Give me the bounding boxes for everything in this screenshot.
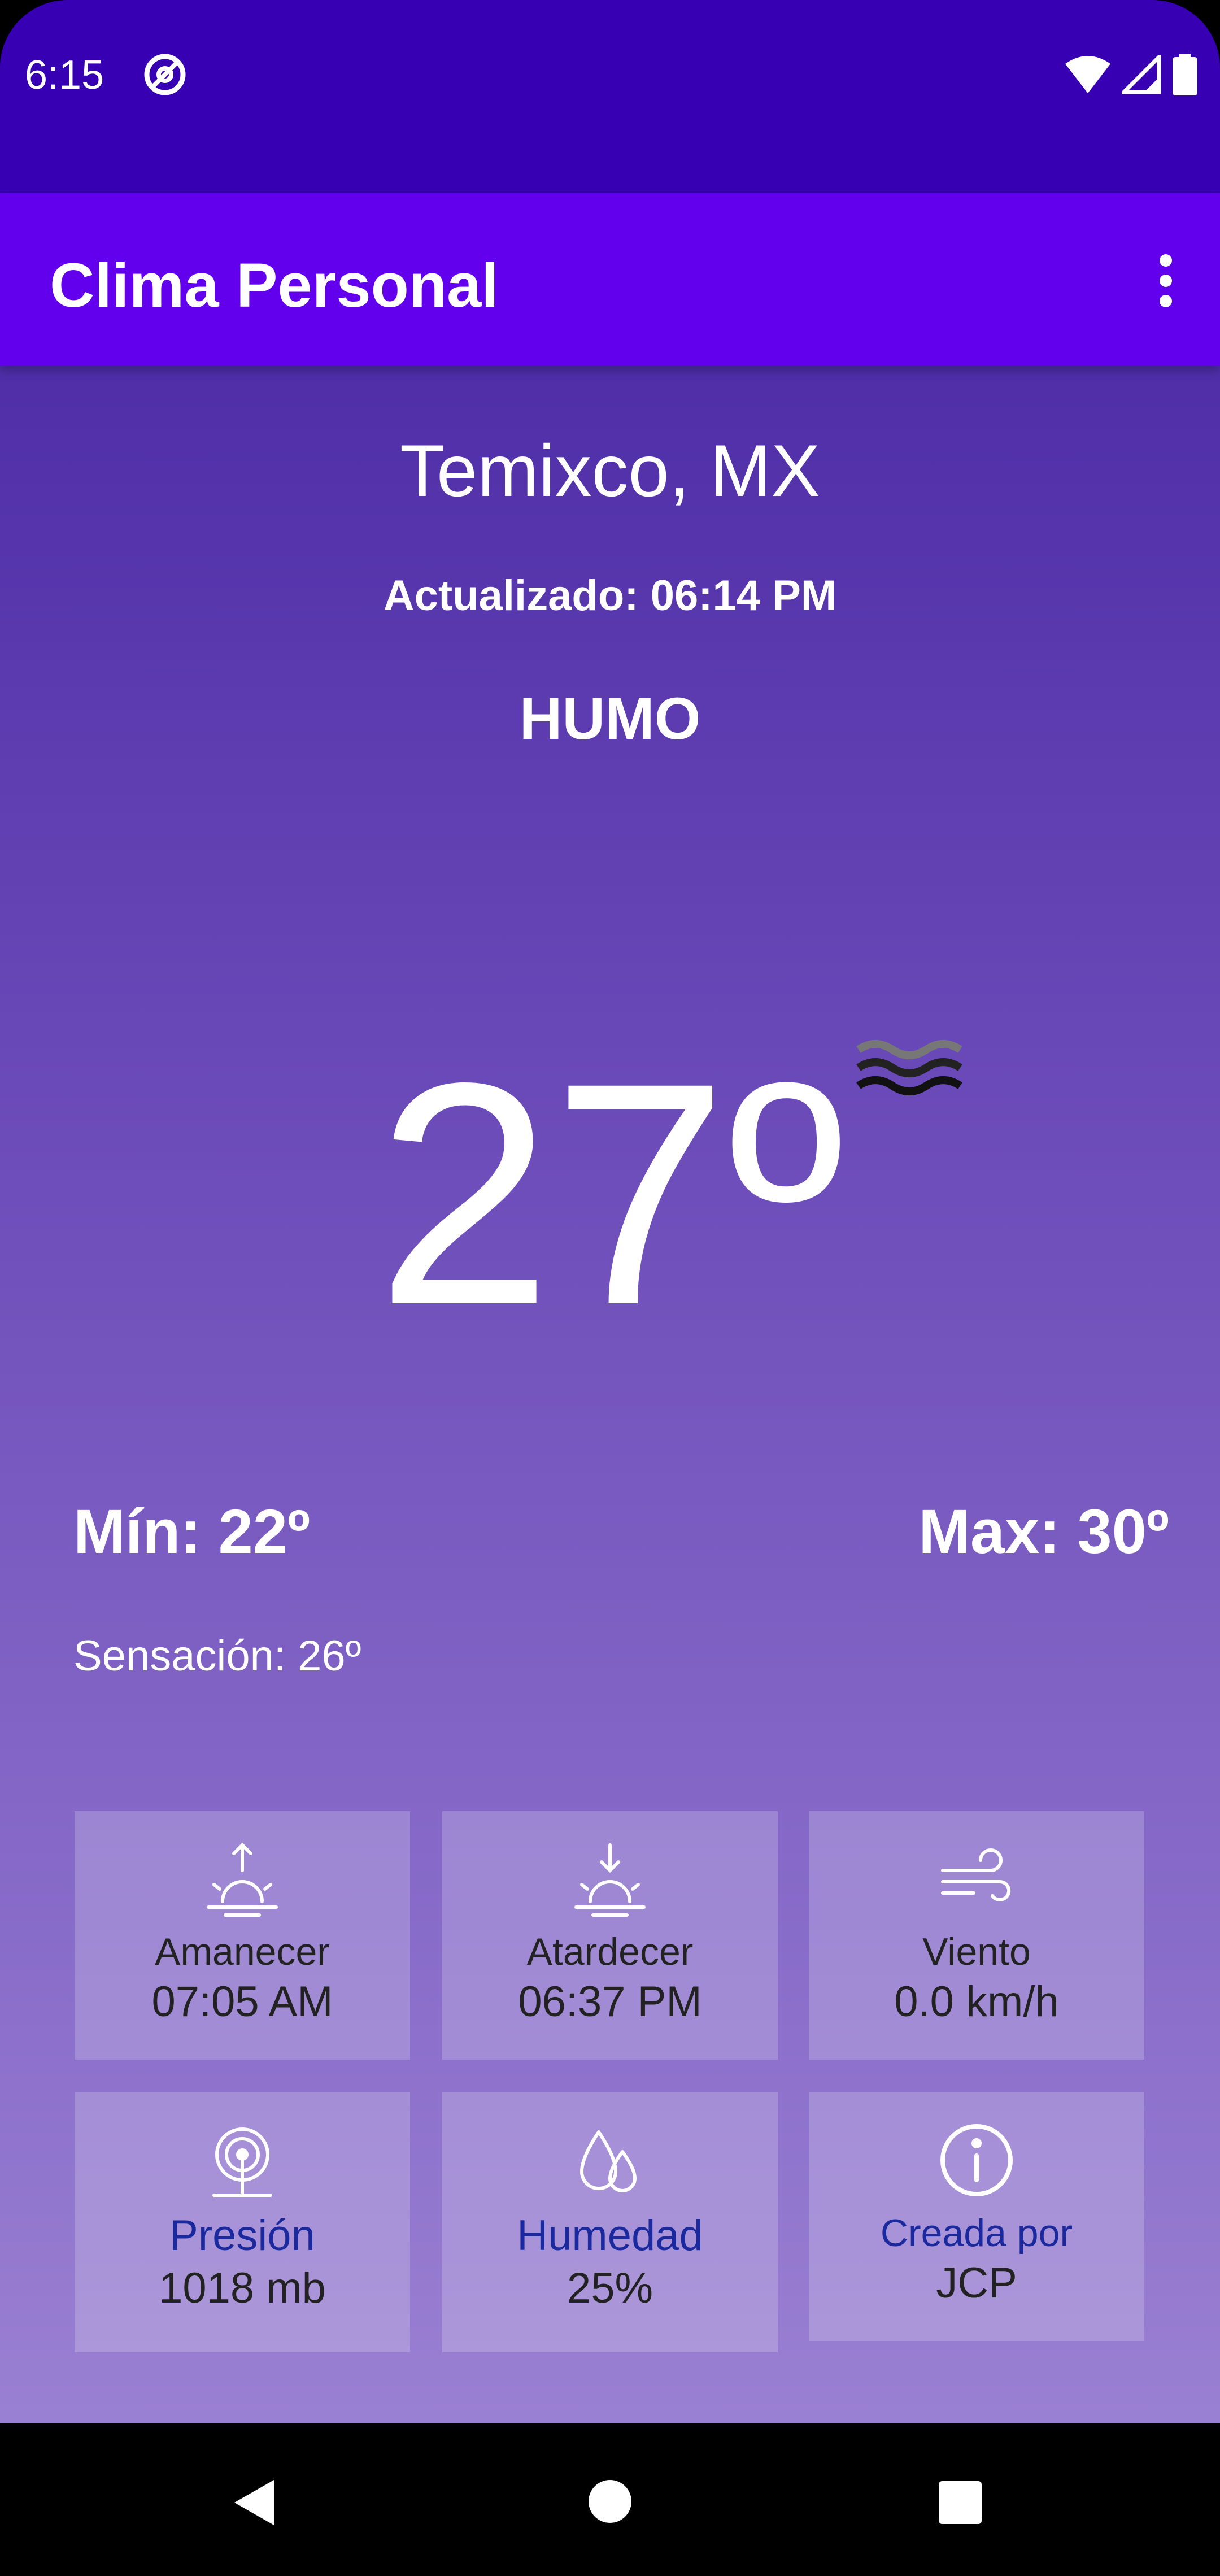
- card-value: 06:37 PM: [518, 1978, 702, 2026]
- card-value: JCP: [936, 2259, 1017, 2307]
- wind-icon: [941, 1848, 1011, 1901]
- navigation-bar: [0, 2423, 1220, 2576]
- weather-description: HUMO: [519, 686, 701, 752]
- more-options-icon[interactable]: [1154, 253, 1177, 309]
- wind-card: Viento 0.0 km/h: [809, 1811, 1144, 2060]
- pressure-card: Presión 1018 mb: [75, 2092, 410, 2352]
- card-label: Creada por: [880, 2212, 1073, 2255]
- app-bar: Clima Personal: [0, 193, 1220, 366]
- phone-screen: 6:15 Clima Personal Temixco, MX Actualiz…: [0, 0, 1220, 2576]
- updated-time: Actualizado: 06:14 PM: [383, 572, 837, 620]
- sunrise-icon: [207, 1842, 278, 1917]
- sunset-icon: [574, 1843, 646, 1917]
- credits-card: Creada por JCP: [809, 2092, 1144, 2341]
- card-value: 1018 mb: [159, 2264, 326, 2312]
- pressure-icon: [212, 2127, 272, 2197]
- card-value: 07:05 AM: [151, 1978, 333, 2026]
- status-time: 6:15: [25, 53, 104, 98]
- wifi-icon: [1065, 56, 1110, 93]
- smoke-waves-icon: [856, 1040, 962, 1095]
- info-icon: [940, 2124, 1013, 2196]
- status-icons: [1065, 52, 1197, 97]
- humidity-icon: [580, 2130, 637, 2192]
- card-value: 0.0 km/h: [894, 1978, 1059, 2026]
- min-temperature: Mín: 22º: [73, 1497, 311, 1567]
- card-label: Atardecer: [526, 1930, 694, 1973]
- max-temperature: Max: 30º: [918, 1497, 1169, 1567]
- back-icon[interactable]: [232, 2477, 277, 2528]
- card-label: Viento: [922, 1930, 1031, 1973]
- current-temperature: 27º: [376, 1017, 844, 1370]
- city-name: Temixco, MX: [399, 429, 820, 512]
- card-label: Humedad: [517, 2212, 703, 2260]
- sunrise-card: Amanecer 07:05 AM: [75, 1811, 410, 2060]
- status-bar: 6:15: [0, 0, 1220, 193]
- recents-icon[interactable]: [938, 2480, 983, 2525]
- card-label: Presión: [169, 2212, 315, 2260]
- humidity-card: Humedad 25%: [442, 2092, 778, 2352]
- feels-like: Sensación: 26º: [73, 1632, 361, 1680]
- battery-icon: [1173, 54, 1197, 95]
- card-value: 25%: [567, 2264, 653, 2312]
- home-icon[interactable]: [587, 2479, 633, 2524]
- sunset-card: Atardecer 06:37 PM: [442, 1811, 778, 2060]
- signal-icon: [1122, 55, 1161, 94]
- card-label: Amanecer: [155, 1930, 330, 1973]
- app-title: Clima Personal: [50, 251, 499, 320]
- weather-content: Temixco, MX Actualizado: 06:14 PM HUMO 2…: [0, 366, 1220, 2423]
- at-sign-icon: [144, 54, 186, 95]
